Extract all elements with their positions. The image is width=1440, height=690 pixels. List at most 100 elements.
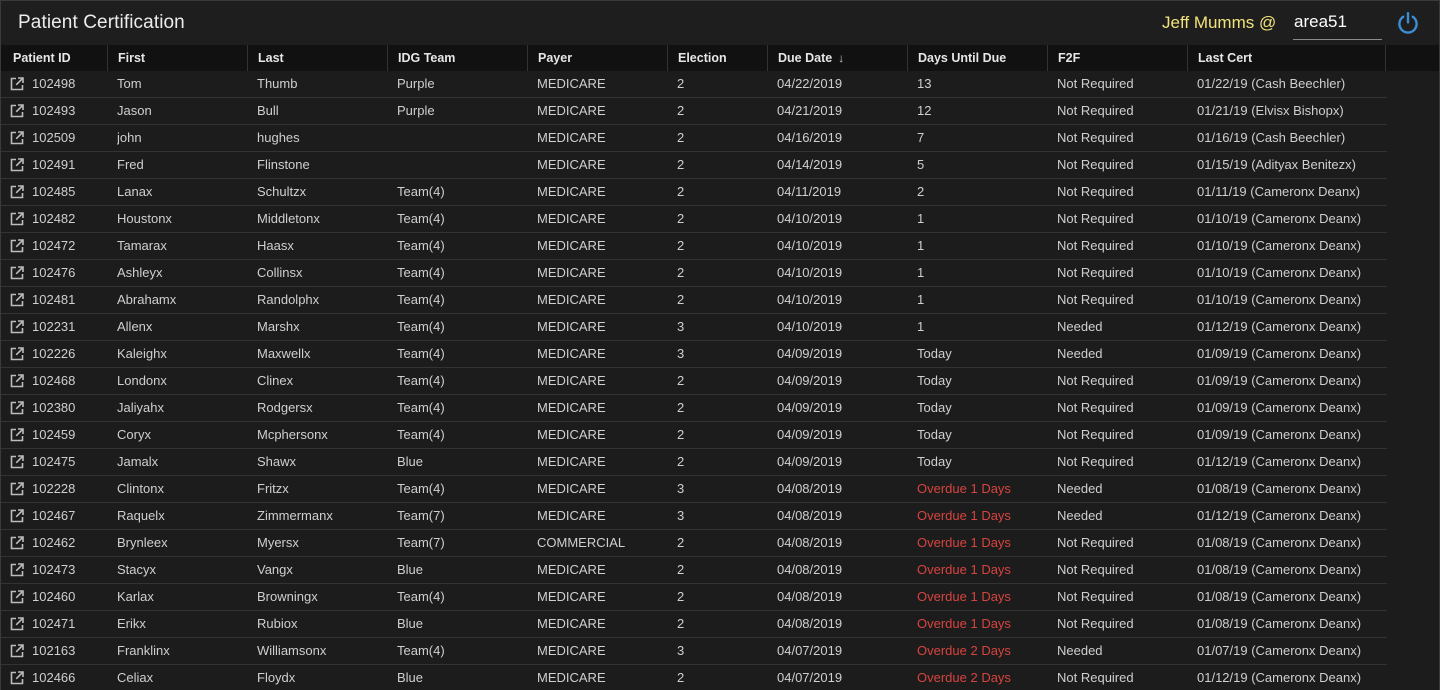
open-in-new-icon[interactable] bbox=[10, 293, 24, 307]
column-header-id[interactable]: Patient ID bbox=[3, 45, 108, 71]
cell-cert: 01/08/19 (Cameronx Deanx) bbox=[1197, 589, 1362, 604]
column-header-election[interactable]: Election bbox=[668, 45, 768, 71]
cell-f2f: Not Required bbox=[1057, 130, 1134, 145]
open-in-new-icon[interactable] bbox=[10, 590, 24, 604]
table-row[interactable]: 102509 john hughes MEDICARE 2 04/16/2019 7 Not … bbox=[1, 125, 1387, 152]
cell-due: 04/09/2019 bbox=[777, 400, 843, 415]
cell-due: 04/09/2019 bbox=[777, 454, 843, 469]
cell-election: 2 bbox=[677, 76, 685, 91]
table-row[interactable]: 102473 Stacyx Vangx Blue MEDICARE 2 04/08/2019… bbox=[1, 557, 1387, 584]
open-in-new-icon[interactable] bbox=[10, 617, 24, 631]
table-row[interactable]: 102467 Raquelx Zimmermanx Team(7) MEDICARE 3 0… bbox=[1, 503, 1387, 530]
table-row[interactable]: 102476 Ashleyx Collinsx Team(4) MEDICARE 2 04/… bbox=[1, 260, 1387, 287]
open-in-new-icon[interactable] bbox=[10, 320, 24, 334]
table-row[interactable]: 102475 Jamalx Shawx Blue MEDICARE 2 04/09/2019… bbox=[1, 449, 1387, 476]
table-row[interactable]: 102498 Tom Thumb Purple MEDICARE 2 04/22/2019 1… bbox=[1, 71, 1387, 98]
column-header-label: Patient ID bbox=[13, 51, 71, 65]
cell-last: Schultzx bbox=[257, 184, 307, 199]
cell-team: Team(4) bbox=[397, 319, 445, 334]
table-row[interactable]: 102460 Karlax Browningx Team(4) MEDICARE 2 04/… bbox=[1, 584, 1387, 611]
open-in-new-icon[interactable] bbox=[10, 158, 24, 172]
cell-payer: MEDICARE bbox=[537, 508, 606, 523]
open-in-new-icon[interactable] bbox=[10, 347, 24, 361]
table-row[interactable]: 102482 Houstonx Middletonx Team(4) MEDICARE 2… bbox=[1, 206, 1387, 233]
table-row[interactable]: 102468 Londonx Clinex Team(4) MEDICARE 2 04/09… bbox=[1, 368, 1387, 395]
cell-f2f: Not Required bbox=[1057, 292, 1134, 307]
open-in-new-icon-graphic bbox=[10, 374, 24, 388]
table-row[interactable]: 102228 Clintonx Fritzx Team(4) MEDICARE 3 04/0… bbox=[1, 476, 1387, 503]
table-row[interactable]: 102493 Jason Bull Purple MEDICARE 2 04/21/2019… bbox=[1, 98, 1387, 125]
cell-id: 102380 bbox=[32, 400, 76, 415]
cell-last: Rodgersx bbox=[257, 400, 313, 415]
table-row[interactable]: 102226 Kaleighx Maxwellx Team(4) MEDICARE 3 04… bbox=[1, 341, 1387, 368]
open-in-new-icon[interactable] bbox=[10, 455, 24, 469]
cell-first: Londonx bbox=[117, 373, 167, 388]
cell-f2f: Not Required bbox=[1057, 535, 1134, 550]
cell-cert: 01/11/19 (Cameronx Deanx) bbox=[1197, 184, 1361, 199]
open-in-new-icon[interactable] bbox=[10, 509, 24, 523]
open-in-new-icon[interactable] bbox=[10, 563, 24, 577]
cell-payer: MEDICARE bbox=[537, 265, 606, 280]
table-row[interactable]: 102380 Jaliyahx Rodgersx Team(4) MEDICARE 2 04… bbox=[1, 395, 1387, 422]
table-row[interactable]: 102491 Fred Flinstone MEDICARE 2 04/14/2019 5 N… bbox=[1, 152, 1387, 179]
column-header-f2f[interactable]: F2F bbox=[1048, 45, 1188, 71]
open-in-new-icon[interactable] bbox=[10, 536, 24, 550]
cell-first: john bbox=[117, 130, 142, 145]
column-header-label: First bbox=[118, 51, 146, 65]
table-row[interactable]: 102466 Celiax Floydx Blue MEDICARE 2 04/07/201… bbox=[1, 665, 1387, 690]
column-header-team[interactable]: IDG Team bbox=[388, 45, 528, 71]
cell-cert: 01/07/19 (Cameronx Deanx) bbox=[1197, 643, 1362, 658]
table-row[interactable]: 102231 Allenx Marshx Team(4) MEDICARE 3 04/10/… bbox=[1, 314, 1387, 341]
open-in-new-icon[interactable] bbox=[10, 185, 24, 199]
column-header-cert[interactable]: Last Cert bbox=[1188, 45, 1386, 71]
cell-days: Overdue 1 Days bbox=[917, 508, 1011, 523]
open-in-new-icon[interactable] bbox=[10, 401, 24, 415]
open-in-new-icon[interactable] bbox=[10, 212, 24, 226]
cell-first: Jamalx bbox=[117, 454, 159, 469]
open-in-new-icon[interactable] bbox=[10, 482, 24, 496]
cell-election: 2 bbox=[677, 103, 685, 118]
cell-last: Floydx bbox=[257, 670, 296, 685]
table-row[interactable]: 102485 Lanax Schultzx Team(4) MEDICARE 2 04/11… bbox=[1, 179, 1387, 206]
column-header-label: Last bbox=[258, 51, 284, 65]
cell-payer: MEDICARE bbox=[537, 427, 606, 442]
table-row[interactable]: 102459 Coryx Mcphersonx Team(4) MEDICARE 2 04/… bbox=[1, 422, 1387, 449]
column-header-label: Election bbox=[678, 51, 727, 65]
cell-cert: 01/10/19 (Cameronx Deanx) bbox=[1197, 265, 1362, 280]
column-header-payer[interactable]: Payer bbox=[528, 45, 668, 71]
cell-cert: 01/10/19 (Cameronx Deanx) bbox=[1197, 238, 1362, 253]
column-header-days[interactable]: Days Until Due bbox=[908, 45, 1048, 71]
column-header-due[interactable]: Due Date ↓ bbox=[768, 45, 908, 71]
column-header-first[interactable]: First bbox=[108, 45, 248, 71]
column-header-last[interactable]: Last bbox=[248, 45, 388, 71]
table-row[interactable]: 102471 Erikx Rubiox Blue MEDICARE 2 04/08/2019… bbox=[1, 611, 1387, 638]
cell-first: Karlax bbox=[117, 589, 154, 604]
open-in-new-icon[interactable] bbox=[10, 131, 24, 145]
cell-id: 102459 bbox=[32, 427, 76, 442]
open-in-new-icon[interactable] bbox=[10, 428, 24, 442]
open-in-new-icon-graphic bbox=[10, 131, 24, 145]
cell-cert: 01/10/19 (Cameronx Deanx) bbox=[1197, 211, 1362, 226]
power-button[interactable] bbox=[1395, 10, 1421, 36]
open-in-new-icon-graphic bbox=[10, 536, 24, 550]
cell-cert: 01/12/19 (Cameronx Deanx) bbox=[1197, 670, 1362, 685]
open-in-new-icon[interactable] bbox=[10, 374, 24, 388]
open-in-new-icon[interactable] bbox=[10, 239, 24, 253]
cell-cert: 01/21/19 (Elvisx Bishopx) bbox=[1197, 103, 1344, 118]
open-in-new-icon[interactable] bbox=[10, 77, 24, 91]
cell-due: 04/22/2019 bbox=[777, 76, 843, 91]
facility-input[interactable] bbox=[1293, 9, 1382, 40]
open-in-new-icon[interactable] bbox=[10, 671, 24, 685]
table-row[interactable]: 102472 Tamarax Haasx Team(4) MEDICARE 2 04/10/… bbox=[1, 233, 1387, 260]
cell-last: Bull bbox=[257, 103, 279, 118]
cell-due: 04/10/2019 bbox=[777, 265, 843, 280]
open-in-new-icon[interactable] bbox=[10, 644, 24, 658]
cell-f2f: Not Required bbox=[1057, 157, 1134, 172]
table-row[interactable]: 102481 Abrahamx Randolphx Team(4) MEDICARE 2 0… bbox=[1, 287, 1387, 314]
cell-cert: 01/12/19 (Cameronx Deanx) bbox=[1197, 319, 1362, 334]
open-in-new-icon[interactable] bbox=[10, 266, 24, 280]
table-row[interactable]: 102163 Franklinx Williamsonx Team(4) MEDICAR… bbox=[1, 638, 1387, 665]
cell-first: Raquelx bbox=[117, 508, 165, 523]
open-in-new-icon[interactable] bbox=[10, 104, 24, 118]
table-row[interactable]: 102462 Brynleex Myersx Team(7) COMMERCIAL 2 04… bbox=[1, 530, 1387, 557]
